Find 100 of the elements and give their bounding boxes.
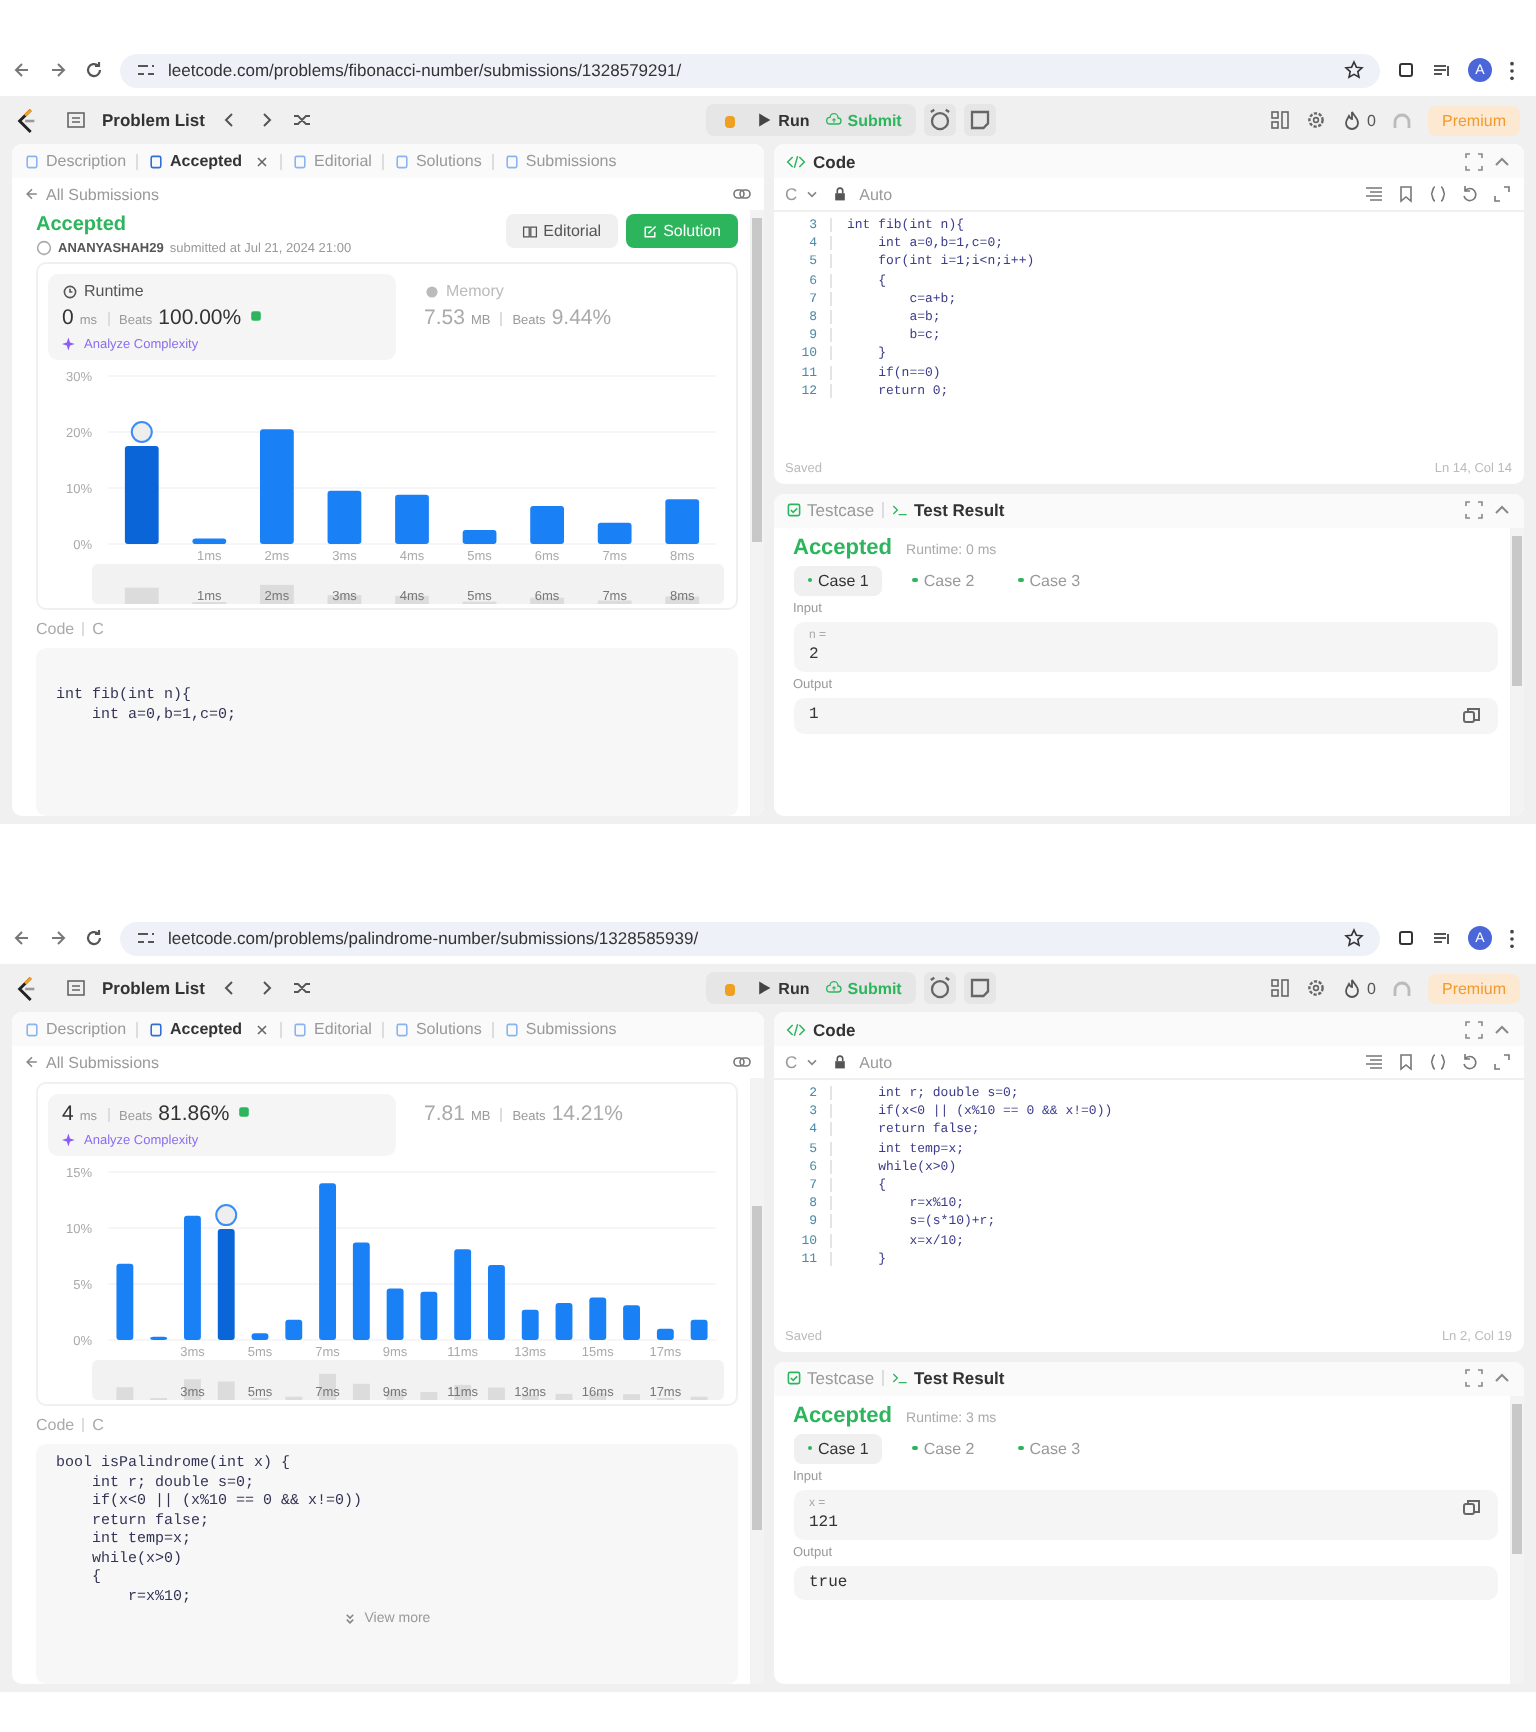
back-icon[interactable] — [12, 60, 32, 80]
alarm-clock-icon[interactable] — [923, 104, 956, 136]
premium-button[interactable]: Premium — [1427, 105, 1520, 135]
copy-icon[interactable] — [1462, 705, 1482, 726]
layout-icon[interactable] — [1269, 110, 1290, 130]
histogram-bar[interactable] — [555, 1303, 573, 1340]
layout-icon[interactable] — [1269, 978, 1290, 998]
address-bar[interactable]: leetcode.com/problems/palindrome-number/submissions/1328585939/ — [120, 921, 1380, 955]
maximize-icon[interactable] — [1464, 1019, 1484, 1039]
histogram-bar[interactable] — [124, 446, 159, 544]
histogram-bar[interactable] — [352, 1242, 370, 1340]
range-navigator[interactable] — [92, 564, 724, 604]
panel-tab[interactable]: Accepted — [148, 152, 271, 170]
editorial-button[interactable]: Editorial — [505, 214, 618, 248]
panel-tab[interactable]: Editorial — [292, 152, 372, 170]
scrollbar[interactable] — [749, 1078, 763, 1684]
link-icon[interactable] — [731, 184, 751, 204]
histogram-bar[interactable] — [395, 494, 429, 544]
histogram-bar[interactable] — [285, 1319, 303, 1340]
panel-tab[interactable]: Submissions — [503, 152, 617, 170]
format-icon[interactable] — [1364, 184, 1384, 204]
star-icon[interactable] — [1344, 60, 1364, 80]
maximize-icon[interactable] — [1464, 1368, 1484, 1389]
media-icon[interactable] — [1432, 928, 1452, 948]
histogram-bar[interactable] — [665, 499, 700, 544]
site-info-icon[interactable] — [136, 60, 156, 80]
histogram-bar[interactable] — [251, 1333, 269, 1340]
expand-icon[interactable] — [1492, 184, 1512, 204]
histogram-bar[interactable] — [530, 505, 564, 544]
histogram-bar[interactable] — [521, 1309, 539, 1340]
panel-tab[interactable]: Testcase — [785, 500, 875, 521]
histogram-bar[interactable] — [454, 1249, 472, 1340]
panel-tab[interactable]: Solutions — [393, 152, 482, 170]
panel-tab[interactable]: Description — [24, 1020, 127, 1038]
premium-button[interactable]: Premium — [1427, 973, 1520, 1003]
reset-icon[interactable] — [1460, 184, 1480, 204]
histogram-bar[interactable] — [597, 522, 632, 544]
expand-icon[interactable] — [1492, 1052, 1512, 1072]
extensions-icon[interactable] — [1396, 60, 1416, 80]
case-tab[interactable]: Case 1 — [793, 1433, 883, 1464]
site-info-icon[interactable] — [136, 928, 156, 948]
format-icon[interactable] — [1364, 1052, 1384, 1072]
reset-icon[interactable] — [1460, 1052, 1480, 1072]
link-icon[interactable] — [731, 1052, 751, 1072]
histogram-bar[interactable] — [327, 490, 362, 544]
panel-tab[interactable]: Test Result — [892, 500, 1005, 521]
list-icon[interactable] — [66, 110, 86, 130]
media-icon[interactable] — [1432, 60, 1452, 80]
bookmark-icon[interactable] — [1396, 184, 1416, 204]
case-tab[interactable]: Case 3 — [1004, 565, 1095, 596]
reload-icon[interactable] — [84, 60, 104, 80]
panel-tab[interactable]: Submissions — [503, 1020, 617, 1038]
case-tab[interactable]: Case 2 — [898, 565, 989, 596]
histogram-bar[interactable] — [386, 1288, 404, 1340]
histogram-bar[interactable] — [462, 530, 497, 544]
histogram-bar[interactable] — [690, 1319, 708, 1340]
forward-icon[interactable] — [48, 60, 68, 80]
histogram-bar[interactable] — [656, 1328, 674, 1340]
address-bar[interactable]: leetcode.com/problems/fibonacci-number/submissions/1328579291/ — [120, 53, 1380, 87]
panel-tab[interactable]: Testcase — [785, 1368, 875, 1389]
submit-button[interactable]: Submit — [825, 111, 902, 129]
shuffle-icon[interactable] — [292, 110, 313, 130]
bookmark-icon[interactable] — [1396, 1052, 1416, 1072]
extensions-icon[interactable] — [1396, 928, 1416, 948]
more-menu-icon[interactable] — [1508, 927, 1516, 949]
problem-list-button[interactable]: Problem List — [102, 110, 205, 130]
braces-icon[interactable] — [1428, 1052, 1448, 1072]
run-button[interactable]: Run — [756, 979, 810, 997]
note-icon[interactable] — [963, 104, 996, 136]
list-icon[interactable] — [66, 978, 86, 998]
histogram-bar[interactable] — [589, 1297, 607, 1340]
settings-icon[interactable] — [1305, 978, 1326, 998]
settings-icon[interactable] — [1305, 110, 1326, 130]
panel-tab[interactable]: Editorial — [292, 1020, 372, 1038]
run-button[interactable]: Run — [756, 111, 810, 129]
case-tab[interactable]: Case 2 — [898, 1433, 989, 1464]
submit-button[interactable]: Submit — [825, 979, 902, 997]
all-submissions-link[interactable]: All Submissions — [24, 185, 159, 203]
problem-list-button[interactable]: Problem List — [102, 978, 205, 998]
case-tab[interactable]: Case 3 — [1004, 1433, 1095, 1464]
logo-icon[interactable] — [16, 975, 38, 1001]
case-tab[interactable]: Case 1 — [793, 565, 883, 596]
panel-tab[interactable]: Accepted — [148, 1020, 271, 1038]
flame-icon[interactable] — [1341, 110, 1362, 130]
histogram-bar[interactable] — [192, 538, 227, 544]
braces-icon[interactable] — [1428, 184, 1448, 204]
panel-tab[interactable]: Test Result — [892, 1368, 1005, 1389]
flame-icon[interactable] — [1341, 978, 1362, 998]
scrollbar[interactable] — [749, 210, 763, 816]
language-dropdown[interactable]: C — [785, 184, 820, 204]
star-icon[interactable] — [1344, 928, 1364, 948]
close-icon[interactable] — [254, 153, 271, 169]
close-icon[interactable] — [254, 1021, 271, 1037]
back-icon[interactable] — [12, 928, 32, 948]
copy-icon[interactable] — [1462, 1497, 1482, 1518]
maximize-icon[interactable] — [1464, 151, 1484, 171]
logo-icon[interactable] — [16, 107, 38, 133]
note-icon[interactable] — [963, 972, 996, 1004]
more-menu-icon[interactable] — [1508, 59, 1516, 81]
alarm-clock-icon[interactable] — [923, 972, 956, 1004]
